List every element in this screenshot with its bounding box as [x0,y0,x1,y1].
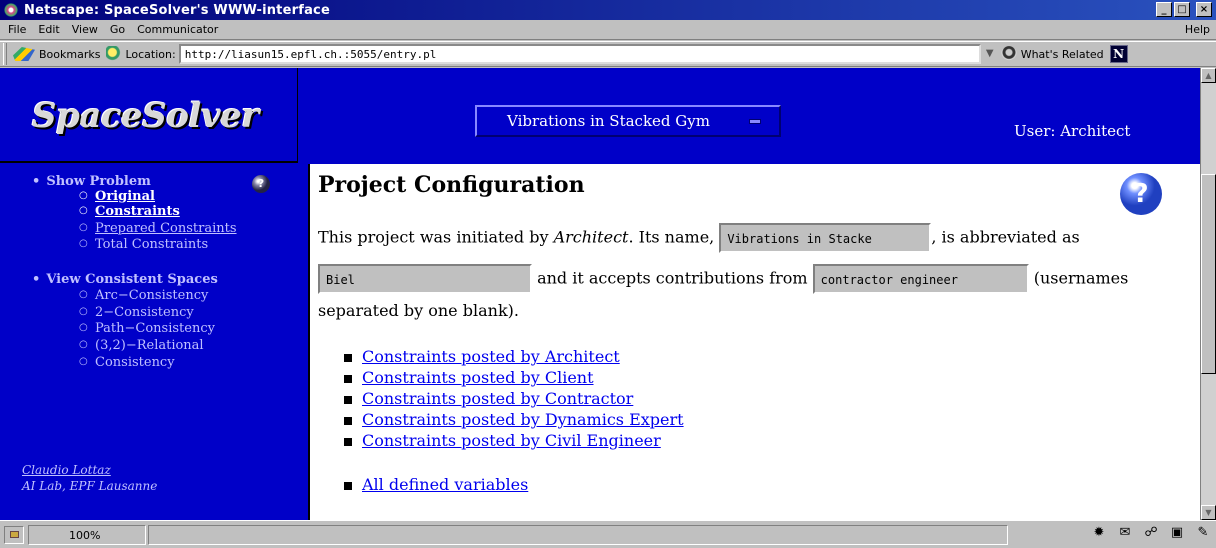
scroll-down-icon[interactable]: ▼ [1201,505,1216,520]
netscape-n-logo[interactable]: N [1109,45,1128,63]
config-line-3: separated by one blank). [318,301,519,320]
main-content: Project Configuration ? This project was… [312,164,1200,520]
select-indicator-icon [749,119,761,124]
nav-item-prepared-constraints[interactable]: Prepared Constraints [79,221,236,236]
status-message [148,524,1008,545]
composer-icon[interactable]: ▣ [1168,525,1186,541]
scroll-thumb[interactable] [1201,174,1216,374]
list-item: All defined variables [344,475,528,496]
menu-go[interactable]: Go [110,23,125,36]
config-line-1: This project was initiated by Architect.… [318,223,1080,253]
window-title: Netscape: SpaceSolver's WWW-interface [24,2,330,18]
nav-item-total-constraints[interactable]: Total Constraints [79,237,208,252]
menu-bar: File Edit View Go Communicator Help [0,20,1216,40]
menu-help[interactable]: Help [1185,23,1210,36]
menu-file[interactable]: File [8,23,26,36]
nav-item-relational-consistency[interactable]: (3,2)−Relational [79,338,204,353]
whats-related-button[interactable]: What's Related [1021,48,1104,61]
spacesolver-logo: SpaceSolver [32,96,259,136]
help-icon[interactable]: ? [1120,173,1162,215]
list-item: Constraints posted by Client [344,368,684,389]
bookmarks-button[interactable]: Bookmarks [39,48,100,61]
link-dynamics-expert-constraints[interactable]: Constraints posted by Dynamics Expert [362,410,684,429]
link-contractor-constraints[interactable]: Constraints posted by Contractor [362,389,633,408]
config-text-5: (usernames [1028,268,1129,288]
location-toolbar: Bookmarks Location: http://liasun15.epfl… [0,41,1216,67]
nav-item-path-consistency[interactable]: Path−Consistency [79,321,215,336]
nav-item-original-constraints-line2[interactable]: Constraints [79,204,180,219]
controls-gap [1192,2,1194,17]
groups-icon[interactable]: ☍ [1142,525,1160,541]
nav-section-show-problem: Show Problem [32,174,151,189]
project-select-value: Vibrations in Stacked Gym [507,112,710,130]
list-item: Constraints posted by Civil Engineer [344,431,684,452]
link-all-variables[interactable]: All defined variables [362,475,528,494]
url-input[interactable]: http://liasun15.epfl.ch.:5055/entry.pl [178,44,981,64]
window-title-bar: Netscape: SpaceSolver's WWW-interface _ … [0,0,1216,20]
edit-icon[interactable]: ✎ [1194,525,1212,541]
menu-view[interactable]: View [72,23,98,36]
project-name-field[interactable]: Vibrations in Stacke [719,223,932,253]
minimize-button[interactable]: _ [1156,2,1172,17]
variables-links: All defined variables [344,475,528,496]
sidebar: ? Show Problem Original Constraints Prep… [0,164,310,520]
bookmarks-icon[interactable] [13,47,35,61]
link-client-constraints[interactable]: Constraints posted by Client [362,368,594,387]
whats-related-icon[interactable] [1000,46,1017,62]
nav-item-original-constraints[interactable]: Original [79,189,155,204]
component-tray: ✹ ✉ ☍ ▣ ✎ [1090,525,1212,541]
zoom-level: 100% [28,524,146,545]
user-label: User: Architect [1014,122,1131,140]
abbreviation-field[interactable]: Biel [318,264,532,294]
navigator-icon[interactable]: ✹ [1090,525,1108,541]
initiator-name: Architect [553,227,629,247]
menu-edit[interactable]: Edit [38,23,59,36]
location-icon[interactable] [106,46,123,62]
contributors-field[interactable]: contractor engineer [812,264,1029,294]
nav-item-2-consistency[interactable]: 2−Consistency [79,305,194,320]
link-civil-engineer-constraints[interactable]: Constraints posted by Civil Engineer [362,431,661,450]
constraint-links: Constraints posted by Architect Constrai… [344,347,684,452]
list-item: Constraints posted by Dynamics Expert [344,410,684,431]
lock-body-icon [9,531,19,538]
page-viewport: SpaceSolver Vibrations in Stacked Gym Us… [0,68,1216,520]
link-architect-constraints[interactable]: Constraints posted by Architect [362,347,620,366]
mail-icon[interactable]: ✉ [1116,525,1134,541]
status-bar: 100% ✹ ✉ ☍ ▣ ✎ [0,520,1216,548]
vertical-scrollbar[interactable]: ▲ ▼ [1200,68,1216,520]
config-line-2: Biel and it accepts contributions from c… [318,264,1128,294]
config-text-1: This project was initiated by [318,227,554,247]
config-text-4: and it accepts contributions from [532,268,813,288]
location-label: Location: [125,47,176,61]
close-button[interactable]: × [1196,2,1212,17]
nav-item-arc-consistency[interactable]: Arc−Consistency [79,288,208,303]
window-controls: _ □ × [1156,2,1212,17]
menu-communicator[interactable]: Communicator [137,23,218,36]
scroll-up-icon[interactable]: ▲ [1201,68,1216,83]
config-text-3: , is abbreviated as [931,227,1080,247]
nav-item-relational-consistency-line2[interactable]: Consistency [79,355,174,370]
toolbar-grip[interactable] [3,43,7,65]
lab-label: AI Lab, EPF Lausanne [22,479,158,493]
project-select[interactable]: Vibrations in Stacked Gym [475,105,781,137]
nav-section-view-spaces: View Consistent Spaces [32,272,218,287]
list-item: Constraints posted by Contractor [344,389,684,410]
page-header: SpaceSolver Vibrations in Stacked Gym Us… [0,68,1200,164]
url-dropdown-icon[interactable]: ▼ [983,45,997,63]
page-title: Project Configuration [318,172,585,198]
list-item: Constraints posted by Architect [344,347,684,368]
logo-area: SpaceSolver [0,68,298,163]
netscape-app-icon[interactable] [2,2,20,18]
maximize-button[interactable]: □ [1174,2,1190,17]
security-lock-icon[interactable] [4,525,24,544]
nav-help-icon[interactable]: ? [252,175,270,193]
author-link[interactable]: Claudio Lottaz [22,463,111,477]
config-text-2: . Its name, [628,227,720,247]
